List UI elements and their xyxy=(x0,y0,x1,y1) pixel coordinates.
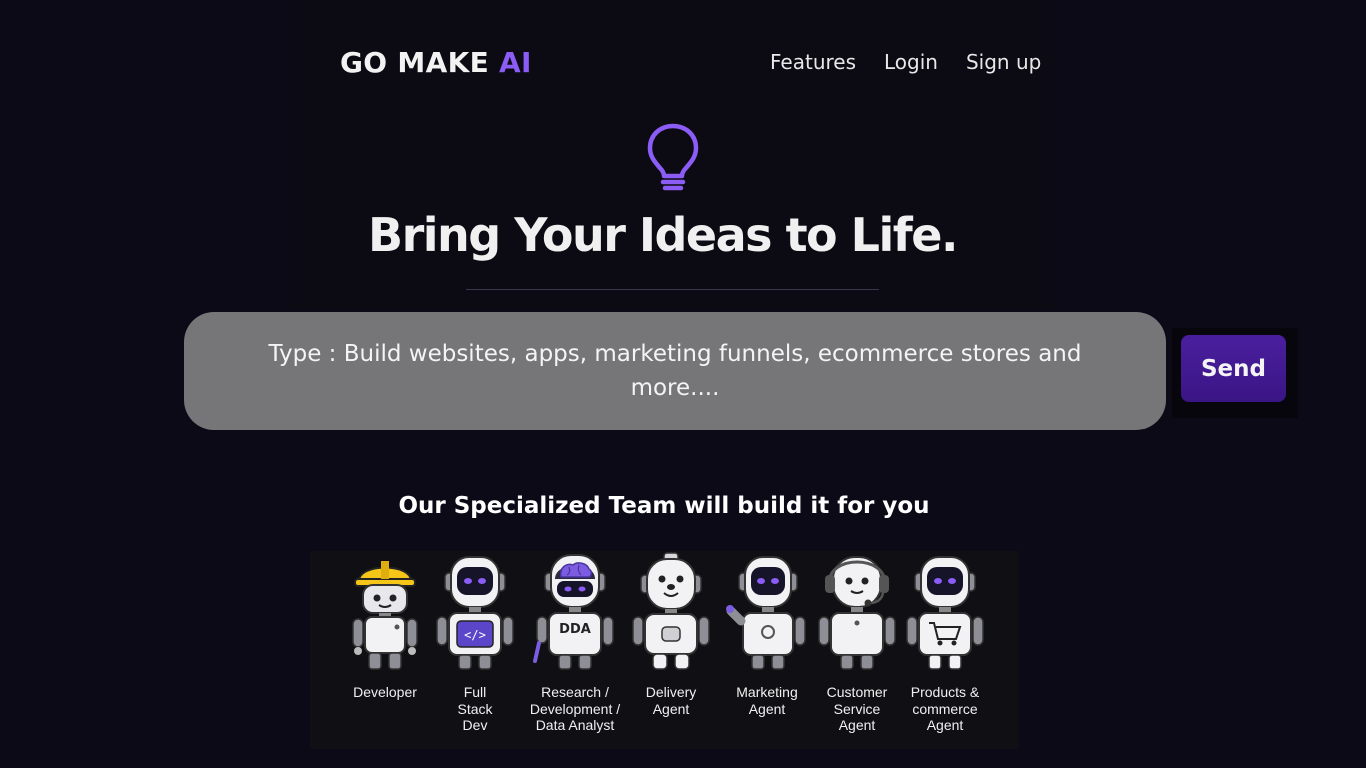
headset-robot-icon xyxy=(818,556,896,670)
prompt-input[interactable]: Type : Build websites, apps, marketing f… xyxy=(184,312,1166,430)
agent-delivery: Delivery Agent xyxy=(621,551,721,717)
code-robot-icon: </> xyxy=(436,556,514,670)
landing-page: GO MAKE AI Features Login Sign up Bring … xyxy=(0,0,1366,768)
agent-label: Products & commerce Agent xyxy=(910,684,980,733)
agent-label: Delivery Agent xyxy=(645,684,697,717)
send-button[interactable]: Send xyxy=(1181,335,1286,402)
dda-badge: DDA xyxy=(559,622,591,637)
hard-hat-robot-icon xyxy=(352,561,418,670)
waving-robot-icon xyxy=(726,556,806,670)
prompt-placeholder: Type : Build websites, apps, marketing f… xyxy=(268,341,1082,401)
brand-name: GO MAKE xyxy=(340,46,500,79)
team-panel: Developer </> Full Stack Dev DDA Researc… xyxy=(310,551,1019,749)
brain-robot-icon: DDA xyxy=(533,554,614,670)
agent-developer: Developer xyxy=(335,551,435,701)
nav-login-link[interactable]: Login xyxy=(884,50,938,74)
nav-features-link[interactable]: Features xyxy=(770,50,856,74)
svg-text:</>: </> xyxy=(464,628,486,642)
page-title: Bring Your Ideas to Life. xyxy=(368,208,958,262)
top-nav: Features Login Sign up xyxy=(770,50,1041,74)
brand-accent: AI xyxy=(499,46,532,79)
lightbulb-icon xyxy=(647,123,699,191)
agent-marketing: Marketing Agent xyxy=(717,551,817,717)
nav-signup-link[interactable]: Sign up xyxy=(966,50,1041,74)
agent-label: Research / Development / Data Analyst xyxy=(529,684,621,733)
agent-research: DDA Research / Development / Data Analys… xyxy=(525,551,625,734)
agent-label: Marketing Agent xyxy=(736,684,798,717)
team-heading: Our Specialized Team will build it for y… xyxy=(398,493,930,519)
divider xyxy=(466,289,879,290)
agent-full-stack-dev: </> Full Stack Dev xyxy=(425,551,525,734)
agent-label: Customer Service Agent xyxy=(826,684,888,733)
agent-label: Full Stack Dev xyxy=(457,684,493,733)
brand-logo[interactable]: GO MAKE AI xyxy=(340,46,532,79)
cart-robot-icon xyxy=(906,556,984,670)
agent-products-commerce: Products & commerce Agent xyxy=(895,551,995,734)
dog-robot-icon xyxy=(632,552,710,670)
agent-customer-service: Customer Service Agent xyxy=(807,551,907,734)
agent-label: Developer xyxy=(353,684,417,700)
